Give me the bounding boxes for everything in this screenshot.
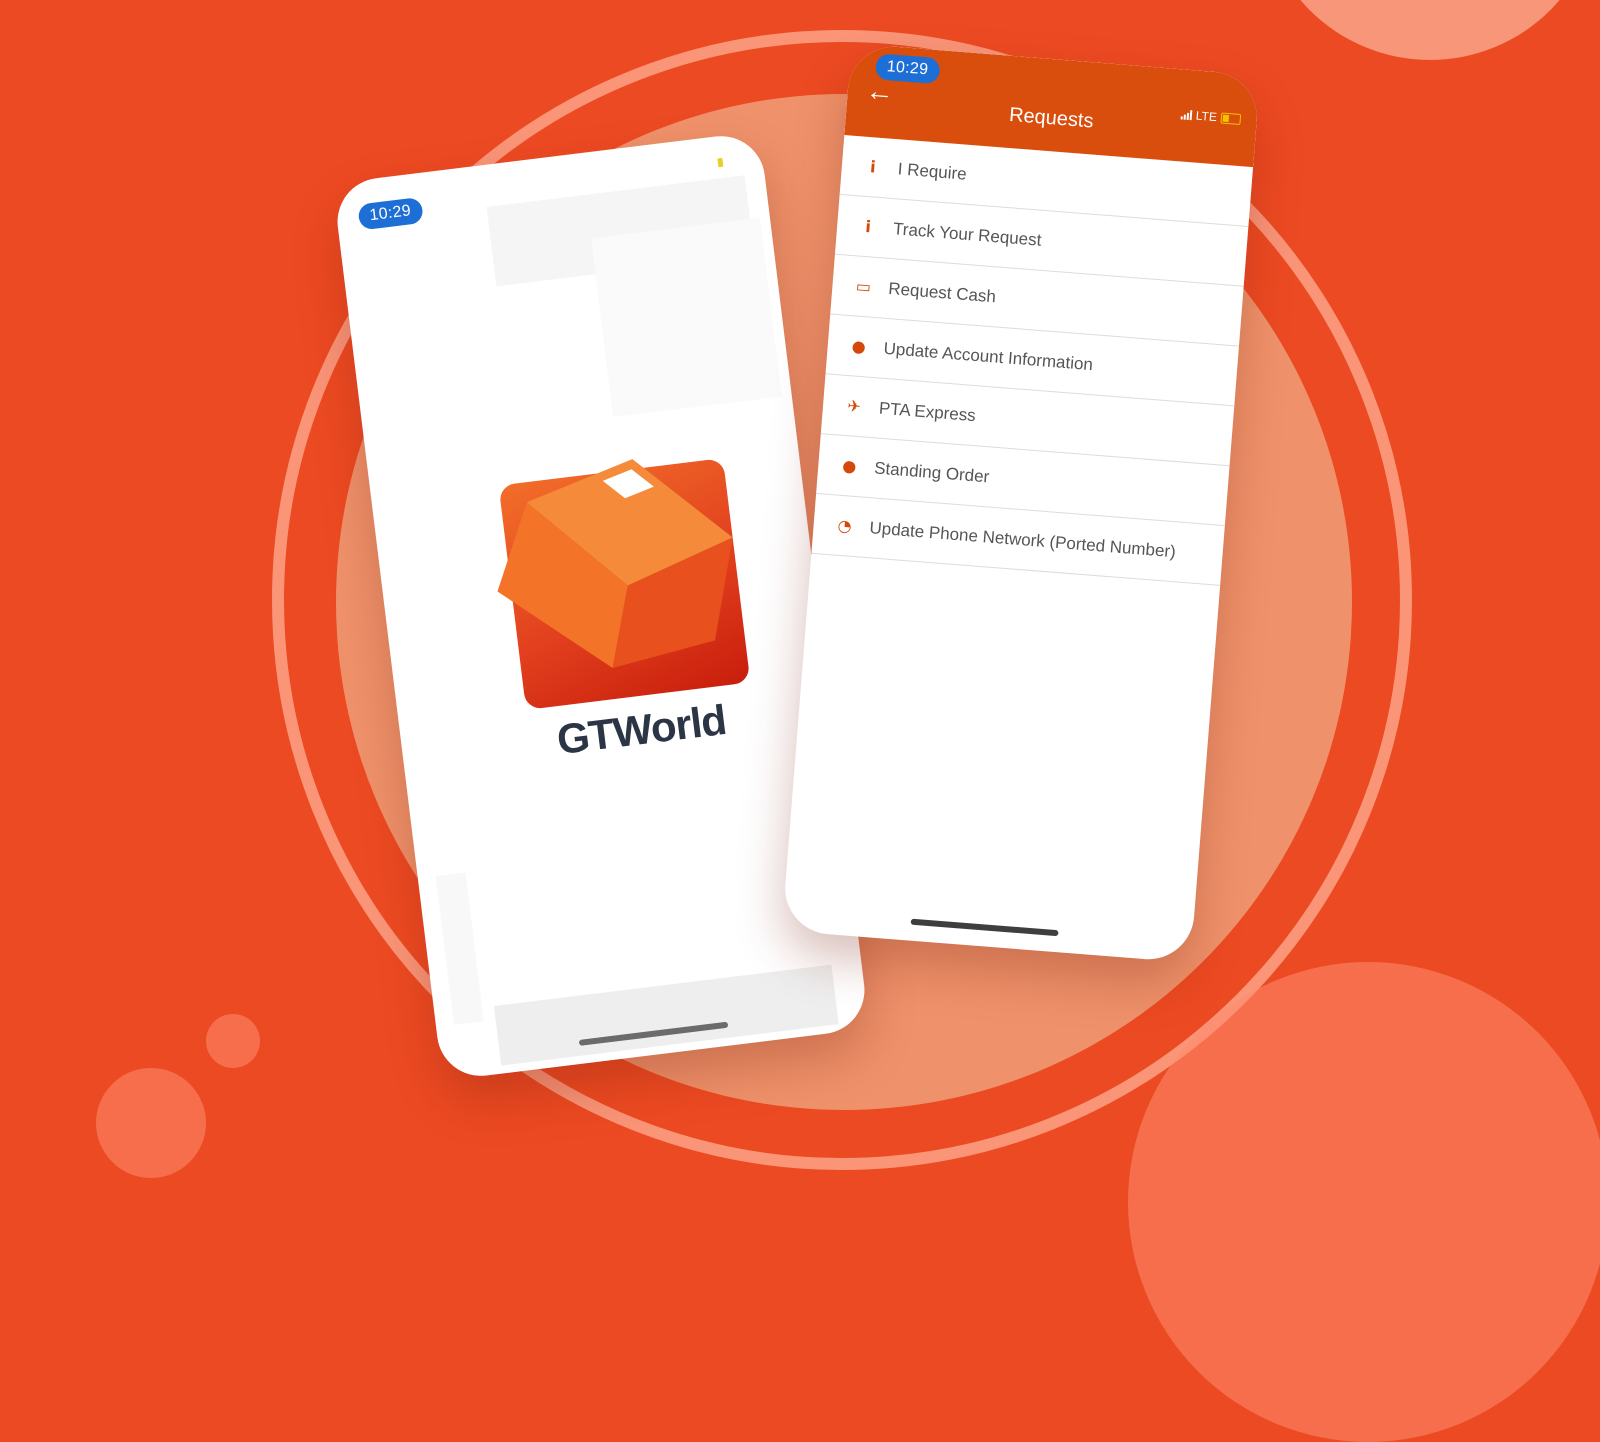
list-item-label: Request Cash bbox=[887, 278, 997, 306]
battery-icon bbox=[1220, 112, 1242, 125]
ghost-overlay bbox=[435, 872, 484, 1026]
requests-list: i I Require i Track Your Request ▭ Request Ca… bbox=[811, 135, 1254, 586]
info-icon: i bbox=[864, 216, 872, 237]
list-item-label: Update Phone Network (Ported Number) bbox=[868, 517, 1177, 561]
banknote-icon: ▭ bbox=[855, 276, 872, 297]
battery-indicator bbox=[717, 157, 724, 168]
decor-bubble bbox=[1128, 962, 1600, 1442]
decor-bubble bbox=[96, 1068, 206, 1178]
gtworld-cube-logo-icon bbox=[482, 437, 761, 716]
network-type: LTE bbox=[1195, 108, 1218, 125]
cube-icon bbox=[497, 459, 733, 669]
list-item-label: I Require bbox=[897, 158, 968, 184]
signal-icon bbox=[1180, 109, 1193, 121]
airplane-icon: ✈ bbox=[846, 396, 862, 417]
list-item-label: Update Account Information bbox=[883, 338, 1094, 374]
user-icon: ● bbox=[841, 455, 858, 476]
decor-bubble bbox=[206, 1014, 260, 1068]
rss-icon: ◔ bbox=[836, 515, 853, 536]
list-item-label: Standing Order bbox=[873, 457, 991, 486]
list-item-label: PTA Express bbox=[878, 398, 977, 425]
home-indicator[interactable] bbox=[910, 918, 1059, 937]
info-icon: i bbox=[869, 157, 877, 177]
requests-phone: 10:29 ← Requests LTE iI Require i Track Yo… bbox=[781, 43, 1261, 963]
ghost-overlay bbox=[591, 217, 782, 418]
status-time: 10:29 bbox=[357, 196, 424, 231]
user-icon: ● bbox=[851, 336, 867, 357]
decor-bubble bbox=[1260, 0, 1600, 60]
list-item-label: Track Your Request bbox=[892, 218, 1043, 250]
